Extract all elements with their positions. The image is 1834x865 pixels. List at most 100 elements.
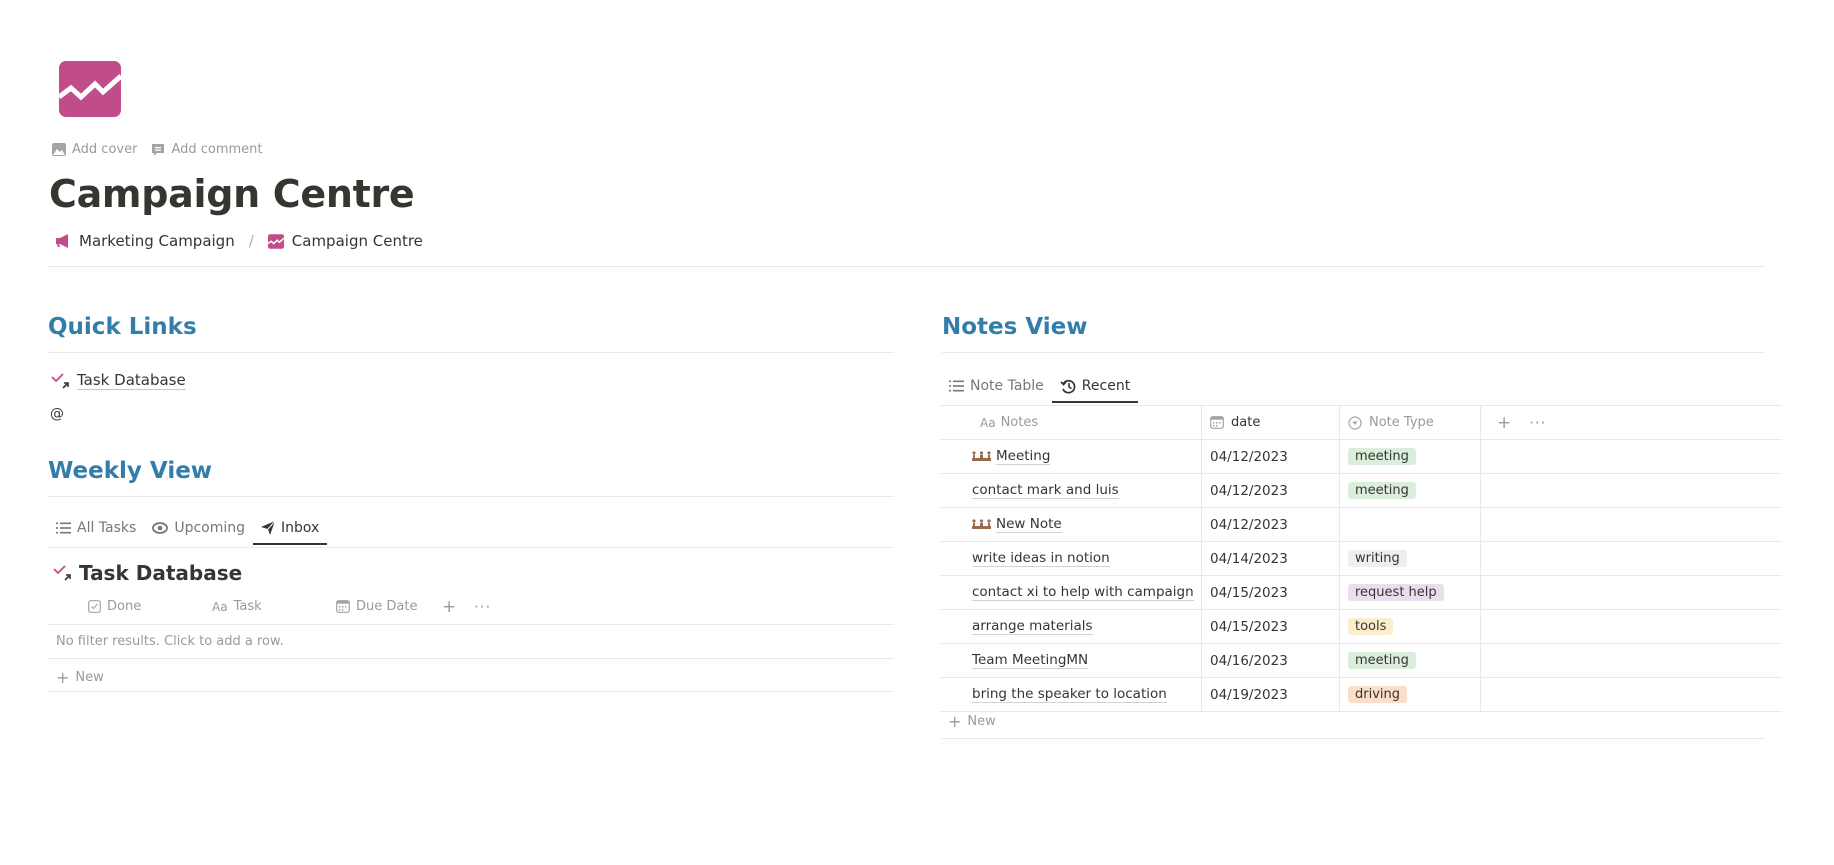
- column-header-due-date-label: Due Date: [356, 599, 418, 614]
- note-name-label: contact mark and luis: [972, 482, 1119, 499]
- note-name-label: Team MeetingMN: [972, 652, 1089, 669]
- note-type-cell[interactable]: meeting: [1339, 473, 1481, 508]
- note-type-cell[interactable]: meeting: [1339, 643, 1481, 678]
- note-type-cell[interactable]: writing: [1339, 541, 1481, 576]
- weekly-view-divider: [48, 496, 894, 497]
- tab-upcoming-label: Upcoming: [174, 520, 246, 536]
- table-row[interactable]: write ideas in notion 04/14/2023 writing: [940, 541, 1782, 576]
- trending-chart-icon: [267, 233, 284, 249]
- note-date-cell[interactable]: 04/12/2023: [1201, 507, 1340, 542]
- task-table-header: Done Aa Task Due Date + ···: [88, 590, 491, 623]
- tab-recent[interactable]: Recent: [1051, 378, 1139, 403]
- note-name-cell[interactable]: Meeting: [940, 439, 1202, 474]
- note-name: write ideas in notion: [940, 550, 1201, 567]
- add-property-button[interactable]: +: [1497, 413, 1511, 433]
- more-options-button[interactable]: ···: [1529, 414, 1546, 432]
- note-type-cell[interactable]: request help: [1339, 575, 1481, 610]
- empty-cell: [1480, 643, 1782, 678]
- weekly-view-heading: Weekly View: [48, 458, 213, 484]
- empty-cell: [1480, 439, 1782, 474]
- note-name-cell[interactable]: write ideas in notion: [940, 541, 1202, 576]
- note-type-tag: meeting: [1348, 652, 1416, 669]
- page-icon[interactable]: [57, 61, 123, 117]
- note-date-cell[interactable]: 04/15/2023: [1201, 575, 1340, 610]
- column-header-notes[interactable]: Aa Notes: [940, 405, 1202, 440]
- note-date-cell[interactable]: 04/19/2023: [1201, 677, 1340, 712]
- note-name-cell[interactable]: contact mark and luis: [940, 473, 1202, 508]
- note-date-cell[interactable]: 04/16/2023: [1201, 643, 1340, 678]
- column-header-date[interactable]: date: [1201, 405, 1340, 440]
- meeting-people-icon: [972, 519, 991, 529]
- list-icon: [56, 522, 71, 534]
- notes-table-bottom-line: [942, 738, 1765, 739]
- add-cover-button[interactable]: Add cover: [52, 142, 137, 157]
- note-name-cell[interactable]: bring the speaker to location: [940, 677, 1202, 712]
- breadcrumb-item-marketing-campaign[interactable]: Marketing Campaign: [79, 232, 235, 250]
- plus-icon: +: [948, 712, 962, 731]
- quick-links-divider: [48, 352, 894, 353]
- page-title[interactable]: Campaign Centre: [49, 172, 415, 216]
- task-new-row-button[interactable]: + New: [56, 668, 104, 687]
- table-row[interactable]: contact xi to help with campaign 04/15/20…: [940, 575, 1782, 610]
- tab-note-table[interactable]: Note Table: [941, 378, 1052, 402]
- note-name-cell[interactable]: Team MeetingMN: [940, 643, 1202, 678]
- table-row[interactable]: Meeting 04/12/2023 meeting: [940, 439, 1782, 474]
- tab-inbox[interactable]: Inbox: [253, 520, 328, 545]
- breadcrumb-item-campaign-centre[interactable]: Campaign Centre: [292, 232, 423, 250]
- note-date-cell[interactable]: 04/12/2023: [1201, 473, 1340, 508]
- note-name-cell[interactable]: arrange materials: [940, 609, 1202, 644]
- note-type-cell[interactable]: driving: [1339, 677, 1481, 712]
- tab-all-tasks-label: All Tasks: [77, 520, 137, 536]
- note-date-cell[interactable]: 04/12/2023: [1201, 439, 1340, 474]
- empty-cell: [1480, 541, 1782, 576]
- note-type-cell[interactable]: tools: [1339, 609, 1481, 644]
- trending-chart-icon: [57, 61, 123, 117]
- note-type-tag: meeting: [1348, 482, 1416, 499]
- empty-cell: [1480, 473, 1782, 508]
- text-icon: Aa: [980, 415, 996, 430]
- task-table-row-line: [48, 658, 894, 659]
- add-property-button[interactable]: +: [442, 597, 474, 617]
- table-row[interactable]: New Note 04/12/2023: [940, 507, 1782, 542]
- note-date-cell[interactable]: 04/15/2023: [1201, 609, 1340, 644]
- table-row[interactable]: contact mark and luis 04/12/2023 meeting: [940, 473, 1782, 508]
- table-row[interactable]: arrange materials 04/15/2023 tools: [940, 609, 1782, 644]
- column-header-task[interactable]: Aa Task: [212, 599, 336, 614]
- tab-note-table-label: Note Table: [970, 378, 1044, 394]
- breadcrumb: Marketing Campaign / Campaign Centre: [55, 232, 423, 250]
- note-type-cell[interactable]: [1339, 507, 1481, 542]
- column-header-done-label: Done: [107, 599, 142, 614]
- quick-links-heading: Quick Links: [48, 314, 197, 340]
- note-type-tag: writing: [1348, 550, 1407, 567]
- tab-all-tasks[interactable]: All Tasks: [48, 520, 144, 544]
- task-database-link[interactable]: Task Database: [51, 371, 186, 390]
- table-row[interactable]: bring the speaker to location 04/19/2023 d…: [940, 677, 1782, 712]
- mention-placeholder[interactable]: @: [50, 406, 64, 422]
- add-comment-label: Add comment: [171, 142, 263, 157]
- note-name-label: bring the speaker to location: [972, 686, 1167, 703]
- note-type-tag: meeting: [1348, 448, 1416, 465]
- megaphone-icon: [56, 234, 68, 248]
- note-name: contact mark and luis: [940, 482, 1201, 499]
- plus-icon: +: [56, 668, 70, 687]
- note-name-label: contact xi to help with campaign: [972, 584, 1194, 601]
- meeting-people-icon: [972, 451, 991, 461]
- eye-icon: [152, 522, 169, 534]
- notes-new-row-button[interactable]: + New: [948, 712, 996, 731]
- empty-filter-message[interactable]: No filter results. Click to add a row.: [56, 634, 284, 649]
- column-header-due-date[interactable]: Due Date: [336, 599, 442, 614]
- notes-view-tabs: Note Table Recent: [941, 378, 1139, 403]
- column-header-note-type[interactable]: Note Type: [1339, 405, 1481, 440]
- empty-cell: [1480, 677, 1782, 712]
- note-date-cell[interactable]: 04/14/2023: [1201, 541, 1340, 576]
- note-name-cell[interactable]: contact xi to help with campaign: [940, 575, 1202, 610]
- task-database-title[interactable]: Task Database: [53, 561, 242, 585]
- checkmark-link-icon: [53, 565, 71, 581]
- more-options-button[interactable]: ···: [474, 598, 491, 616]
- table-row[interactable]: Team MeetingMN 04/16/2023 meeting: [940, 643, 1782, 678]
- tab-upcoming[interactable]: Upcoming: [144, 520, 253, 544]
- add-comment-button[interactable]: Add comment: [151, 142, 263, 157]
- note-name-cell[interactable]: New Note: [940, 507, 1202, 542]
- column-header-done[interactable]: Done: [88, 599, 212, 614]
- note-type-cell[interactable]: meeting: [1339, 439, 1481, 474]
